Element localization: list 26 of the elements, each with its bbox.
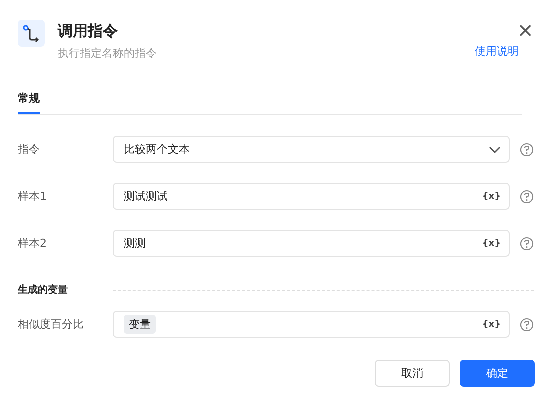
help-link[interactable]: 使用说明: [475, 44, 519, 59]
field-label: 指令: [18, 142, 41, 157]
input-field[interactable]: 测试测试 {x}: [113, 183, 510, 210]
field-label: 样本2: [18, 236, 48, 251]
help-icon[interactable]: [520, 236, 534, 250]
help-icon[interactable]: [520, 318, 534, 332]
dialog-subtitle: 执行指定名称的指令: [58, 46, 158, 61]
select-field[interactable]: 比较两个文本: [113, 136, 510, 163]
variable-button[interactable]: {x}: [482, 320, 501, 330]
input-field[interactable]: 变量 {x}: [113, 311, 510, 338]
cancel-button[interactable]: 取消: [375, 360, 450, 387]
dialog-title: 调用指令: [58, 21, 119, 41]
variable-tag: 变量: [124, 315, 156, 334]
chevron-down-icon: [489, 146, 501, 154]
field-label: 相似度百分比: [18, 317, 85, 332]
confirm-button[interactable]: 确定: [460, 360, 535, 387]
input-field[interactable]: 测测 {x}: [113, 230, 510, 257]
close-button[interactable]: ×: [517, 20, 534, 40]
variable-button[interactable]: {x}: [482, 238, 501, 248]
tab[interactable]: 常规: [18, 91, 40, 114]
route-icon: [18, 20, 45, 47]
help-icon[interactable]: [520, 142, 534, 156]
help-icon[interactable]: [520, 190, 534, 204]
section-title: 生成的变量: [18, 283, 69, 297]
field-label: 样本1: [18, 189, 48, 204]
variable-button[interactable]: {x}: [482, 192, 501, 202]
